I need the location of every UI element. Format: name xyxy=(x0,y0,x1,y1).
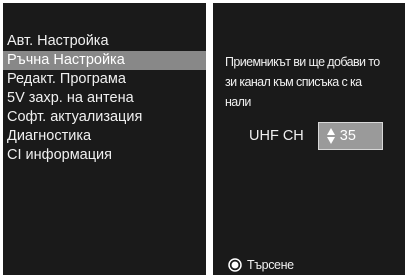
menu-item-software-update[interactable]: Софт. актуализация xyxy=(3,108,206,127)
menu-item-auto-tuning[interactable]: Авт. Настройка xyxy=(3,32,206,51)
menu-item-ci-info[interactable]: CI информация xyxy=(3,146,206,165)
channel-label: UHF CH xyxy=(249,128,304,144)
menu-item-edit-program[interactable]: Редакт. Програма xyxy=(3,70,206,89)
info-text: Приемникът ви ще добави то зи канал към … xyxy=(225,52,408,112)
panel-divider xyxy=(206,0,213,278)
detail-panel: Приемникът ви ще добави то зи канал към … xyxy=(213,3,405,275)
info-line: нали xyxy=(225,95,251,109)
menu-panel: Авт. Настройка Ръчна Настройка Редакт. П… xyxy=(3,3,206,275)
search-action[interactable]: Търсене xyxy=(228,258,294,272)
tv-menu-screen: Авт. Настройка Ръчна Настройка Редакт. П… xyxy=(0,0,408,278)
info-line: Приемникът ви ще добави то xyxy=(225,55,380,69)
channel-row: UHF CH 35 xyxy=(249,122,383,150)
up-down-arrows-icon[interactable] xyxy=(326,127,335,145)
search-label: Търсене xyxy=(247,258,294,272)
info-line: зи канал към списъка с ка xyxy=(225,75,362,89)
channel-stepper[interactable]: 35 xyxy=(317,122,383,150)
menu-item-diagnostics[interactable]: Диагностика xyxy=(3,127,206,146)
menu-item-manual-tuning[interactable]: Ръчна Настройка xyxy=(3,51,206,70)
settings-menu: Авт. Настройка Ръчна Настройка Редакт. П… xyxy=(3,32,206,165)
menu-item-antenna-power[interactable]: 5V захр. на антена xyxy=(3,89,206,108)
channel-value: 35 xyxy=(339,128,356,144)
radio-button-icon[interactable] xyxy=(228,258,242,272)
